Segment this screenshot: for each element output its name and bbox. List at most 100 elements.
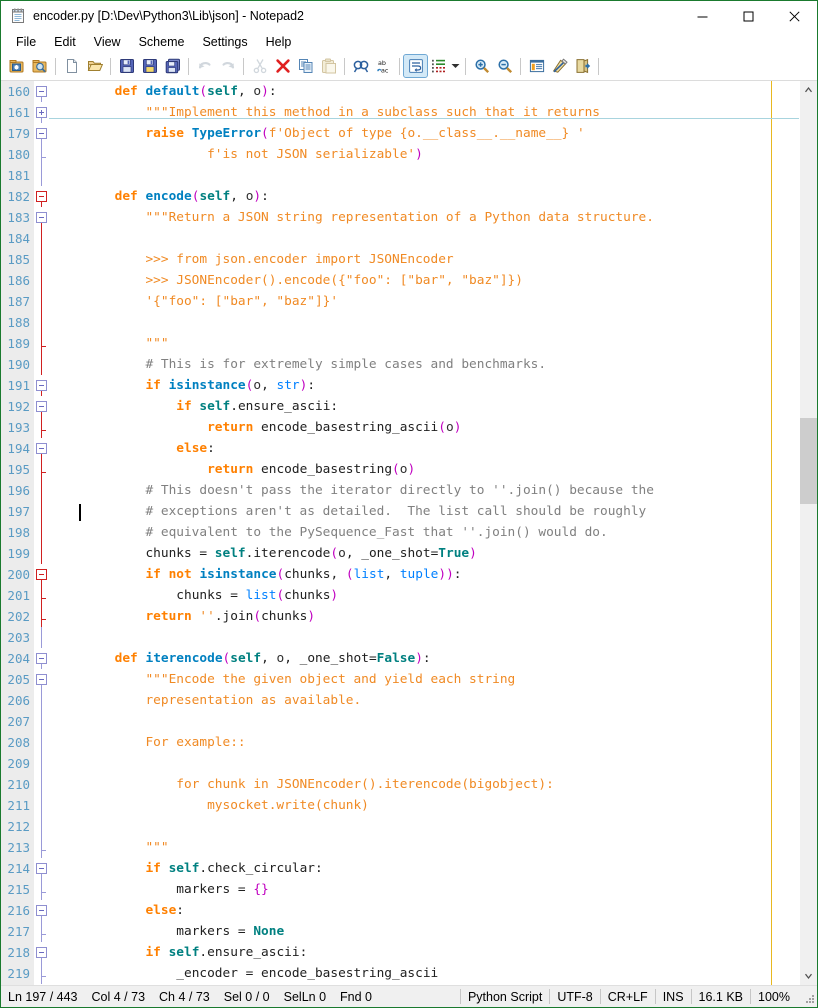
code-line[interactable]: """Encode the given object and yield eac… [49, 669, 799, 690]
fold-collapse-box[interactable] [36, 212, 47, 223]
code-line[interactable]: _encoder = encode_basestring_ascii [49, 963, 799, 984]
find-icon[interactable] [349, 55, 372, 77]
code-line[interactable]: representation as available. [49, 690, 799, 711]
code-text-area[interactable]: def default(self, o): """Implement this … [49, 81, 799, 985]
code-line[interactable]: markers = None [49, 921, 799, 942]
code-line[interactable]: for chunk in JSONEncoder().iterencode(bi… [49, 774, 799, 795]
fold-collapse-box[interactable] [36, 191, 47, 202]
code-line[interactable]: >>> JSONEncoder().encode({"foo": ["bar",… [49, 270, 799, 291]
code-line[interactable]: else: [49, 900, 799, 921]
chevron-down-icon[interactable] [450, 55, 461, 77]
fold-collapse-box[interactable] [36, 863, 47, 874]
scheme-config-icon[interactable] [525, 55, 548, 77]
code-line[interactable]: else: [49, 438, 799, 459]
menu-settings[interactable]: Settings [193, 33, 256, 52]
code-line[interactable]: return ''.join(chunks) [49, 606, 799, 627]
code-line[interactable] [49, 816, 799, 837]
code-line[interactable]: """ [49, 333, 799, 354]
code-line[interactable]: if self.ensure_ascii: [49, 942, 799, 963]
file-browser-icon[interactable] [28, 55, 51, 77]
code-line[interactable]: markers = {} [49, 879, 799, 900]
code-line[interactable] [49, 228, 799, 249]
vertical-scrollbar[interactable] [799, 81, 817, 985]
code-line[interactable] [49, 165, 799, 186]
code-line[interactable]: return encode_basestring(o) [49, 459, 799, 480]
save-icon[interactable] [115, 55, 138, 77]
code-line[interactable]: # This doesn't pass the iterator directl… [49, 480, 799, 501]
fold-collapse-box[interactable] [36, 380, 47, 391]
code-line[interactable]: For example:: [49, 732, 799, 753]
code-line[interactable]: def encode(self, o): [49, 186, 799, 207]
code-line[interactable]: # equivalent to the PySequence_Fast that… [49, 522, 799, 543]
open-folder-icon[interactable] [83, 55, 106, 77]
code-line[interactable]: if self.check_circular: [49, 858, 799, 879]
copy-icon[interactable] [294, 55, 317, 77]
scheme-options-icon[interactable] [548, 55, 571, 77]
code-line[interactable]: def iterencode(self, o, _one_shot=False)… [49, 648, 799, 669]
fold-collapse-box[interactable] [36, 86, 47, 97]
cut-icon[interactable] [248, 55, 271, 77]
fold-collapse-box[interactable] [36, 401, 47, 412]
word-wrap-icon[interactable] [403, 54, 428, 78]
scrollbar-thumb[interactable] [800, 418, 817, 504]
code-line[interactable]: def default(self, o): [49, 81, 799, 102]
code-line[interactable]: if not isinstance(chunks, (list, tuple))… [49, 564, 799, 585]
new-window-icon[interactable] [5, 55, 28, 77]
code-line[interactable]: # This is for extremely simple cases and… [49, 354, 799, 375]
resize-grip[interactable] [801, 990, 814, 1003]
fold-collapse-box[interactable] [36, 674, 47, 685]
menu-edit[interactable]: Edit [45, 33, 85, 52]
maximize-button[interactable] [725, 1, 771, 31]
menu-scheme[interactable]: Scheme [130, 33, 194, 52]
fold-collapse-box[interactable] [36, 569, 47, 580]
save-copy-icon[interactable] [161, 55, 184, 77]
menu-help[interactable]: Help [257, 33, 301, 52]
fold-expand-box[interactable] [36, 107, 47, 118]
insert-mode[interactable]: INS [656, 990, 691, 1004]
delete-icon[interactable] [271, 55, 294, 77]
save-as-icon[interactable] [138, 55, 161, 77]
code-line[interactable]: chunks = self.iterencode(o, _one_shot=Tr… [49, 543, 799, 564]
fold-collapse-box[interactable] [36, 653, 47, 664]
fold-collapse-box[interactable] [36, 947, 47, 958]
file-size[interactable]: 16.1 KB [692, 990, 750, 1004]
code-line[interactable]: """Return a JSON string representation o… [49, 207, 799, 228]
replace-icon[interactable]: ab ac [372, 55, 395, 77]
new-file-icon[interactable] [60, 55, 83, 77]
menu-file[interactable]: File [7, 33, 45, 52]
code-line[interactable]: '{"foo": ["bar", "baz"]}' [49, 291, 799, 312]
scroll-down-arrow[interactable] [800, 968, 817, 985]
code-line[interactable]: """Implement this method in a subclass s… [49, 102, 799, 123]
code-line[interactable]: mysocket.write(chunk) [49, 795, 799, 816]
code-line[interactable]: return encode_basestring_ascii(o) [49, 417, 799, 438]
indent-list-icon[interactable] [427, 55, 450, 77]
code-line[interactable]: chunks = list(chunks) [49, 585, 799, 606]
close-button[interactable] [771, 1, 817, 31]
fold-collapse-box[interactable] [36, 905, 47, 916]
code-line[interactable]: >>> from json.encoder import JSONEncoder [49, 249, 799, 270]
code-line[interactable] [49, 627, 799, 648]
code-line[interactable]: if self.ensure_ascii: [49, 396, 799, 417]
code-line[interactable]: # exceptions aren't as detailed. The lis… [49, 501, 799, 522]
paste-icon[interactable] [317, 55, 340, 77]
code-line[interactable]: """ [49, 837, 799, 858]
code-line[interactable]: f'is not JSON serializable') [49, 144, 799, 165]
fold-collapse-box[interactable] [36, 443, 47, 454]
lexer-indicator[interactable]: Python Script [461, 990, 549, 1004]
title-bar[interactable]: encoder.py [D:\Dev\Python3\Lib\json] - N… [1, 1, 817, 31]
code-line[interactable]: if isinstance(o, str): [49, 375, 799, 396]
exit-icon[interactable] [571, 55, 594, 77]
menu-view[interactable]: View [85, 33, 130, 52]
code-line[interactable] [49, 711, 799, 732]
code-line[interactable]: raise TypeError(f'Object of type {o.__cl… [49, 123, 799, 144]
fold-collapse-box[interactable] [36, 128, 47, 139]
undo-icon[interactable] [193, 55, 216, 77]
minimize-button[interactable] [679, 1, 725, 31]
zoom-in-icon[interactable] [470, 55, 493, 77]
zoom-level[interactable]: 100% [751, 990, 797, 1004]
editor-area[interactable]: 160 161 179 180 181 182 183 184 185 186 187 188 189 1… [1, 80, 817, 985]
redo-icon[interactable] [216, 55, 239, 77]
zoom-out-icon[interactable] [493, 55, 516, 77]
code-line[interactable] [49, 312, 799, 333]
eol-indicator[interactable]: CR+LF [601, 990, 655, 1004]
